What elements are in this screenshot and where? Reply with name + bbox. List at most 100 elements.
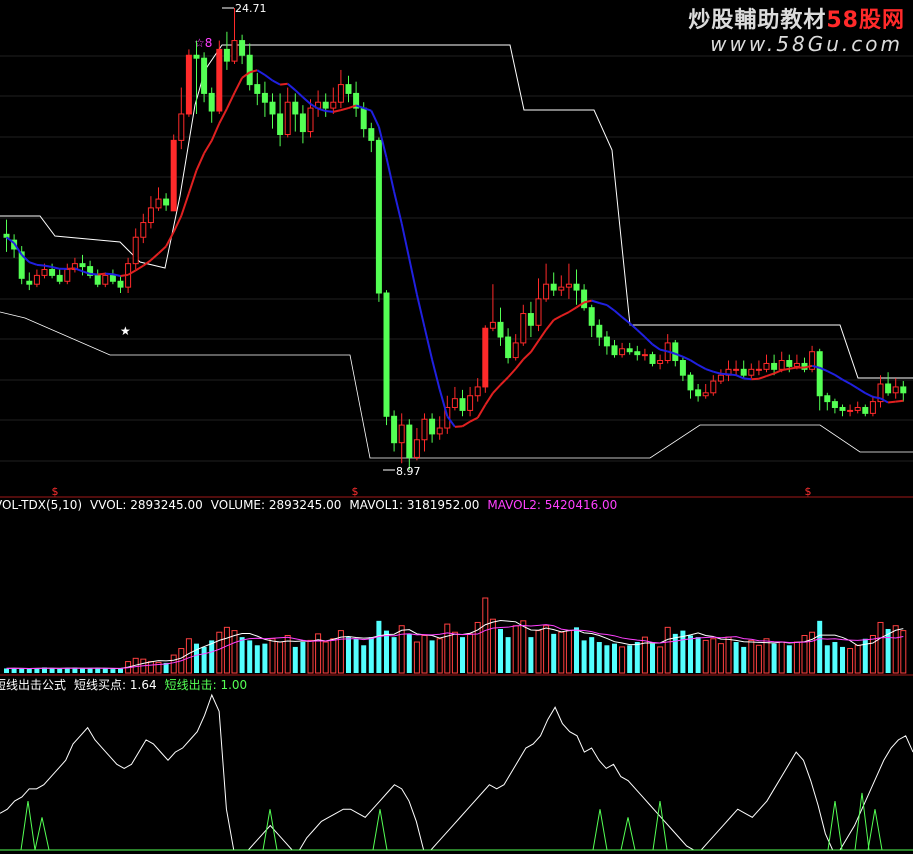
ma-segment bbox=[105, 272, 113, 276]
candle bbox=[163, 193, 170, 211]
volume-bar bbox=[436, 638, 443, 674]
volume-bar bbox=[216, 631, 223, 674]
candle bbox=[3, 219, 10, 252]
candle-body bbox=[672, 342, 679, 362]
candle bbox=[512, 334, 519, 361]
candle bbox=[109, 269, 116, 285]
volume-bar bbox=[817, 620, 823, 673]
candle-body bbox=[406, 424, 413, 458]
watermark-brand-red: 58股网 bbox=[826, 8, 905, 33]
candle bbox=[565, 263, 572, 299]
candle-body bbox=[512, 342, 519, 359]
ma-segment bbox=[629, 322, 638, 331]
volume-bar bbox=[467, 633, 474, 674]
candle bbox=[657, 354, 664, 370]
ma-segment bbox=[203, 140, 213, 154]
candle-body bbox=[497, 321, 504, 338]
candle-body bbox=[771, 362, 778, 370]
volume-bar bbox=[840, 646, 845, 673]
volume-bar bbox=[413, 641, 420, 674]
volume-bar bbox=[543, 625, 550, 674]
ma-segment bbox=[766, 372, 775, 378]
candle bbox=[634, 345, 641, 361]
candle-body bbox=[216, 48, 223, 112]
candle bbox=[299, 105, 306, 144]
candle bbox=[854, 401, 861, 414]
ma-segment bbox=[393, 191, 403, 224]
candle-body bbox=[49, 269, 56, 276]
volume-bar bbox=[247, 640, 253, 673]
candlestick-series bbox=[3, 8, 907, 470]
candle bbox=[748, 363, 755, 379]
sell-signal-spike bbox=[34, 817, 50, 851]
ma-segment bbox=[90, 272, 98, 276]
candle bbox=[869, 395, 876, 417]
volume-bar bbox=[376, 620, 382, 673]
ma-segment bbox=[789, 366, 798, 370]
volume-bar bbox=[702, 639, 709, 674]
candle bbox=[847, 404, 854, 417]
candle bbox=[56, 269, 63, 285]
candle bbox=[482, 325, 489, 393]
candle bbox=[467, 386, 474, 417]
candle bbox=[459, 389, 466, 417]
ma-segment bbox=[461, 420, 471, 428]
candle-body bbox=[421, 418, 428, 441]
candle-body bbox=[869, 401, 876, 414]
candle bbox=[505, 328, 512, 364]
ma-segment bbox=[44, 264, 53, 268]
candle-body bbox=[117, 280, 124, 288]
candle-body bbox=[102, 274, 109, 285]
candle-body bbox=[474, 386, 481, 397]
ma-segment bbox=[857, 387, 866, 394]
signal-marker: $ bbox=[352, 485, 359, 498]
ma-segment bbox=[751, 377, 759, 381]
candle bbox=[809, 345, 816, 373]
candle-body bbox=[550, 283, 557, 291]
candle-body bbox=[695, 389, 702, 397]
candle bbox=[261, 81, 268, 117]
volume-bar bbox=[650, 643, 655, 673]
volume-bar bbox=[277, 641, 284, 674]
ma-segment bbox=[887, 400, 896, 404]
ma-segment bbox=[591, 299, 600, 304]
candle bbox=[755, 360, 762, 376]
ma-segment bbox=[431, 359, 441, 390]
sell-signal-spike bbox=[652, 800, 668, 851]
candle bbox=[398, 413, 405, 464]
sell-signal-spike bbox=[867, 809, 883, 851]
signal-marker: $ bbox=[52, 485, 59, 498]
volume-bar bbox=[892, 625, 899, 674]
candle bbox=[87, 260, 94, 279]
volume-bar bbox=[209, 640, 215, 673]
volume-bar bbox=[551, 633, 557, 673]
sell-signal-spike bbox=[592, 809, 608, 851]
candle bbox=[451, 386, 458, 411]
volume-bar bbox=[64, 668, 70, 673]
candle-body bbox=[489, 321, 496, 329]
candle-body bbox=[360, 107, 367, 130]
candle bbox=[315, 90, 322, 117]
candle bbox=[277, 93, 284, 147]
candle-body bbox=[330, 101, 337, 109]
candle bbox=[170, 134, 177, 212]
volume-bar bbox=[102, 668, 108, 673]
candle-body bbox=[368, 128, 375, 141]
candle bbox=[588, 304, 595, 338]
candle-body bbox=[687, 374, 694, 391]
candle bbox=[543, 263, 550, 302]
volume-bar bbox=[254, 645, 260, 673]
volume-bar bbox=[824, 645, 830, 673]
volume-bar bbox=[194, 643, 199, 673]
ma-segment bbox=[120, 273, 129, 277]
candle-body bbox=[41, 269, 48, 276]
volume-bar bbox=[292, 646, 298, 673]
candle-body bbox=[467, 395, 474, 411]
volume-bar bbox=[604, 645, 610, 673]
candle bbox=[687, 372, 694, 399]
candle-body bbox=[155, 198, 162, 209]
ma-segment bbox=[180, 192, 190, 217]
ma-segment bbox=[476, 404, 487, 419]
ma-segment bbox=[287, 82, 296, 91]
volume-bar bbox=[110, 669, 116, 673]
